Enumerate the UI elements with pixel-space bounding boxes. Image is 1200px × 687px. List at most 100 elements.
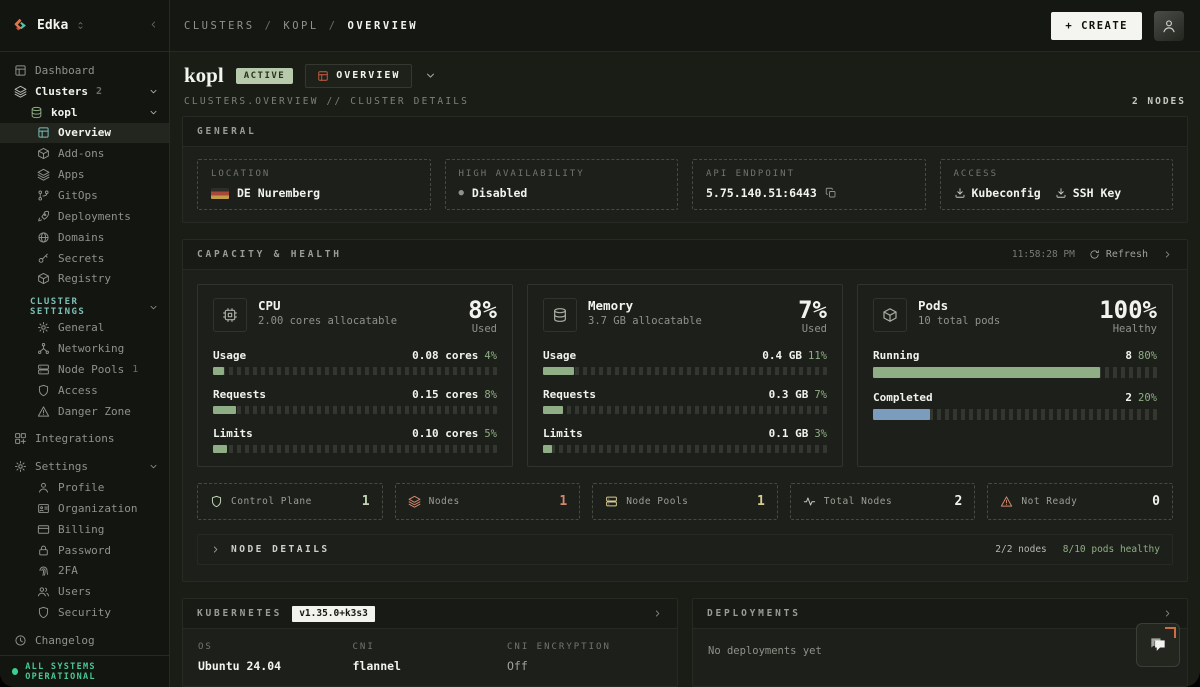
chat-widget-button[interactable] (1136, 623, 1180, 667)
sidebar-item-security[interactable]: Security (0, 602, 169, 623)
sidebar-item-secrets[interactable]: Secrets (0, 248, 169, 269)
page-title: kopl (184, 63, 224, 88)
deployments-icon (37, 210, 50, 223)
user-avatar[interactable] (1154, 11, 1184, 41)
chevron-down-icon[interactable] (148, 86, 159, 97)
access-card: ACCESS Kubeconfig SSH Key (940, 159, 1174, 210)
overview-icon (317, 70, 329, 82)
layers-icon (408, 495, 421, 508)
ssh-key-download-link[interactable]: SSH Key (1055, 186, 1121, 200)
kubeconfig-download-link[interactable]: Kubeconfig (954, 186, 1041, 200)
pods-icon (873, 298, 907, 332)
sidebar-item-settings[interactable]: Settings (0, 456, 169, 477)
shield-icon (210, 495, 223, 508)
copy-icon[interactable] (825, 187, 837, 199)
general-header: GENERAL (183, 117, 1187, 147)
brand-row: Edka (0, 0, 169, 52)
server-icon (605, 495, 618, 508)
cluster-stats-row: Control Plane1 Nodes1 Node Pools1 Total … (183, 481, 1187, 520)
chevron-right-icon (210, 544, 221, 555)
view-dropdown-chevron[interactable] (424, 69, 437, 82)
memory-usage-row: Usage0.4 GB11% (543, 349, 827, 375)
main-column: CLUSTERS / KOPL / OVERVIEW + CREATE kopl… (170, 0, 1200, 687)
sidebar-item-2fa[interactable]: 2FA (0, 561, 169, 582)
kubernetes-header[interactable]: KUBERNETES v1.35.0+k3s3 (183, 599, 677, 629)
addons-icon (37, 147, 50, 160)
activity-icon (803, 495, 816, 508)
sidebar-item-networking[interactable]: Networking (0, 338, 169, 359)
capacity-body: CPU2.00 cores allocatable 8%Used Usage0.… (183, 270, 1187, 481)
sidebar-item-users[interactable]: Users (0, 581, 169, 602)
sidebar-item-dashboard[interactable]: Dashboard (0, 60, 169, 81)
chevron-right-icon[interactable] (1162, 608, 1173, 619)
brand-switcher-icon[interactable] (75, 20, 86, 31)
breadcrumb-current: OVERVIEW (348, 20, 419, 32)
shield-icon (37, 384, 50, 397)
cpu-icon (213, 298, 247, 332)
overview-icon (37, 126, 50, 139)
sidebar-item-addons[interactable]: Add-ons (0, 143, 169, 164)
cpu-limits-row: Limits0.10 cores5% (213, 427, 497, 453)
sidebar-nav: Dashboard Clusters2 kopl Overview Add-on… (0, 52, 169, 655)
refresh-timestamp: 11:58:28 PM (1012, 249, 1075, 260)
progress-bar (213, 406, 497, 414)
secrets-icon (37, 252, 50, 265)
network-icon (37, 342, 50, 355)
cpu-metric-card: CPU2.00 cores allocatable 8%Used Usage0.… (197, 284, 513, 467)
bottom-sections: KUBERNETES v1.35.0+k3s3 OSUbuntu 24.04 C… (182, 598, 1188, 687)
shield-icon (37, 606, 50, 619)
sidebar-item-apps[interactable]: Apps (0, 164, 169, 185)
history-icon (14, 634, 27, 647)
breadcrumb-clusters[interactable]: CLUSTERS (184, 20, 255, 32)
sidebar-item-billing[interactable]: Billing (0, 519, 169, 540)
sidebar-item-organization[interactable]: Organization (0, 498, 169, 519)
sidebar-item-domains[interactable]: Domains (0, 227, 169, 248)
sidebar-item-access[interactable]: Access (0, 380, 169, 401)
sidebar-item-overview[interactable]: Overview (0, 123, 169, 144)
memory-icon (543, 298, 577, 332)
progress-bar (213, 445, 497, 453)
sidebar-item-integrations[interactable]: Integrations (0, 429, 169, 450)
node-details-toggle[interactable]: NODE DETAILS 2/2 nodes 8/10 pods healthy (197, 534, 1173, 565)
clusters-count-badge: 2 (96, 86, 102, 97)
sidebar-item-clusters[interactable]: Clusters2 (0, 81, 169, 102)
progress-bar (213, 367, 497, 375)
sidebar-collapse-button[interactable] (148, 19, 159, 33)
chevron-right-icon[interactable] (652, 608, 663, 619)
high-availability-card: HIGH AVAILABILITY ●Disabled (445, 159, 679, 210)
server-icon (37, 363, 50, 376)
collapse-section-chevron[interactable] (1162, 249, 1173, 260)
system-status-footer: ALL SYSTEMS OPERATIONAL (0, 655, 169, 687)
sidebar-item-changelog[interactable]: Changelog (0, 630, 169, 651)
edka-logo-icon (12, 17, 30, 35)
sidebar-item-registry[interactable]: Registry (0, 268, 169, 289)
sidebar-item-danger-zone[interactable]: Danger Zone (0, 401, 169, 422)
sidebar-section-cluster-settings[interactable]: CLUSTER SETTINGS (0, 297, 169, 317)
sidebar-item-password[interactable]: Password (0, 540, 169, 561)
apps-icon (37, 168, 50, 181)
chevron-down-icon[interactable] (148, 461, 159, 472)
topbar-actions: + CREATE (1051, 11, 1184, 41)
deployments-header[interactable]: DEPLOYMENTS (693, 599, 1187, 629)
view-selector-button[interactable]: OVERVIEW (305, 64, 412, 88)
create-button[interactable]: + CREATE (1051, 12, 1142, 40)
sidebar-item-deployments[interactable]: Deployments (0, 206, 169, 227)
deployments-empty-state: No deployments yet (693, 629, 1187, 673)
sidebar-item-kopl[interactable]: kopl (0, 102, 169, 123)
chevron-down-icon[interactable] (148, 302, 159, 313)
refresh-button[interactable]: Refresh (1089, 249, 1148, 260)
status-text: ALL SYSTEMS OPERATIONAL (25, 662, 157, 682)
download-icon (1055, 187, 1067, 199)
domains-icon (37, 231, 50, 244)
sidebar-item-profile[interactable]: Profile (0, 477, 169, 498)
pods-healthy-percent: 100% (1099, 298, 1157, 323)
sidebar-item-general[interactable]: General (0, 317, 169, 338)
pods-healthy-summary: 8/10 pods healthy (1063, 544, 1160, 555)
sidebar-item-gitops[interactable]: GitOps (0, 185, 169, 206)
breadcrumb-cluster[interactable]: KOPL (283, 20, 318, 32)
cni-encryption-field: CNI ENCRYPTIONOff (507, 642, 662, 673)
memory-limits-row: Limits0.1 GB3% (543, 427, 827, 453)
breadcrumb: CLUSTERS / KOPL / OVERVIEW (184, 20, 418, 32)
chevron-down-icon[interactable] (148, 107, 159, 118)
sidebar-item-node-pools[interactable]: Node Pools1 (0, 359, 169, 380)
